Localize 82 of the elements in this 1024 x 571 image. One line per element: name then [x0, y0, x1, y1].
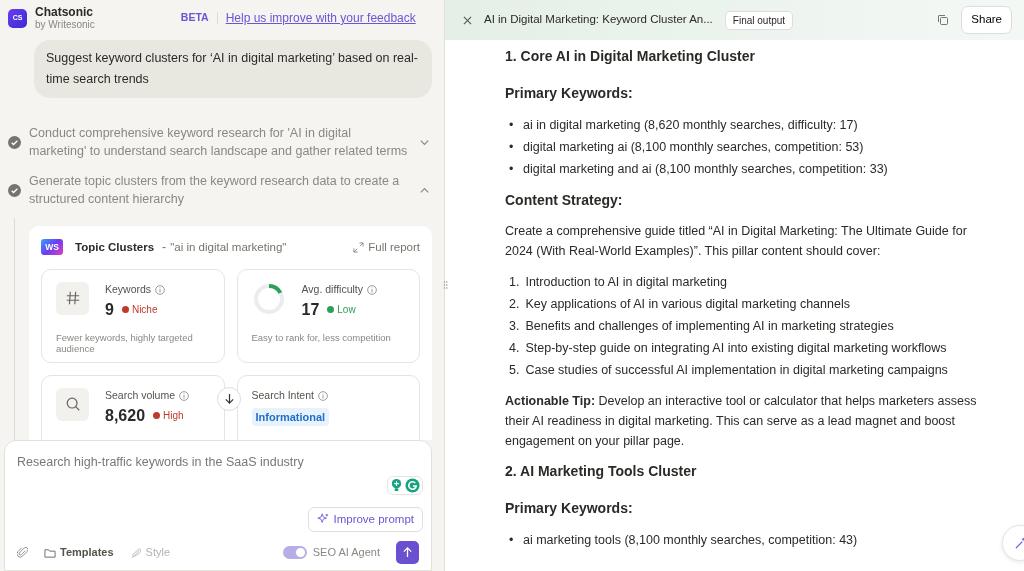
list-item: ai marketing tools (8,100 monthly searches, competition: 43) — [523, 532, 858, 549]
copy-button[interactable] — [937, 14, 950, 26]
list-item: ai in digital marketing (8,620 monthly searches, difficulty: 17) — [523, 117, 858, 134]
info-icon[interactable] — [179, 390, 190, 401]
magic-wand-icon — [1013, 536, 1024, 550]
list-item: Benefits and challenges of implementing AI in marketing strategies — [525, 318, 894, 335]
folder-icon — [44, 546, 56, 559]
subheading: Primary Keywords: — [505, 499, 634, 518]
paragraph: Create a comprehensive guide titled “AI in Digital Marketing: The Ultimate Guide for 2024 (With Real-World Examples)”. This pillar content should cover: — [505, 223, 968, 260]
share-button[interactable]: Share — [961, 6, 1012, 34]
document-title: AI in Digital Marketing: Keyword Cluster An... — [484, 12, 713, 28]
arrow-down-icon — [223, 393, 235, 405]
metric-label: Keywords — [105, 281, 152, 297]
sparkle-icon — [317, 513, 330, 526]
metric-label: Search Intent — [251, 387, 314, 403]
close-icon — [463, 15, 472, 25]
list-marker: 4. — [509, 340, 520, 357]
status-badge: Final output — [724, 10, 794, 30]
metric-value: 9 — [105, 299, 114, 320]
list-marker: • — [509, 117, 515, 134]
lightbulb-icon[interactable] — [390, 477, 403, 493]
resize-handle-icon[interactable] — [443, 280, 448, 290]
feather-icon — [129, 546, 142, 559]
hash-icon — [64, 290, 81, 307]
list-marker: 5. — [509, 362, 520, 379]
list-marker: • — [509, 532, 515, 549]
feedback-link[interactable]: Help us improve with your feedback — [225, 9, 416, 27]
expand-icon — [353, 241, 365, 253]
improve-prompt-button[interactable]: Improve prompt — [308, 506, 423, 532]
info-icon[interactable] — [367, 284, 377, 295]
status-badge: Low — [327, 302, 356, 317]
step-text: Conduct comprehensive keyword research for 'AI in digital marketing' to understand search landscape and gather related terms — [29, 125, 409, 160]
paperclip-icon[interactable] — [17, 546, 28, 559]
list-item: Step-by-step guide on integrating AI into existing digital marketing workflows — [525, 340, 947, 357]
status-badge: Niche — [121, 302, 158, 317]
seo-agent-toggle[interactable] — [282, 546, 307, 559]
metric-value: 8,620 — [105, 405, 146, 426]
app-name: Chatsonic — [35, 5, 94, 20]
app-byline: by Writesonic — [35, 19, 95, 31]
close-button[interactable] — [463, 15, 472, 25]
list-marker: • — [509, 139, 515, 156]
separator-dash: - — [162, 239, 167, 256]
difficulty-ring — [251, 281, 286, 316]
report-logo: WS — [41, 239, 63, 256]
prompt-input[interactable]: Research high-traffic keywords in the SaaS industry — [13, 449, 423, 476]
list-item: Key applications of AI in various digital marketing channels — [525, 296, 850, 313]
status-badge: High — [153, 408, 184, 423]
metric-description: Easy to rank for, less competition — [251, 331, 392, 343]
user-message: Suggest keyword clusters for ‘AI in digital marketing’ based on real-time search trends — [34, 40, 432, 98]
list-item: digital marketing and ai (8,100 monthly searches, competition: 33) — [523, 161, 888, 178]
list-marker: 1. — [509, 274, 520, 291]
section-heading: 1. Core AI in Digital Marketing Cluster — [505, 47, 756, 66]
grammar-assistant-icon[interactable] — [405, 477, 420, 493]
list-marker: • — [509, 161, 515, 178]
info-icon[interactable] — [317, 390, 328, 401]
list-item: Introduction to AI in digital marketing — [525, 274, 727, 291]
intent-tag: Informational — [251, 407, 330, 426]
beta-label: BETA — [180, 10, 209, 26]
section-heading: 2. AI Marketing Tools Cluster — [505, 462, 698, 481]
metric-label: Avg. difficulty — [301, 281, 363, 297]
metric-value: 17 — [301, 299, 320, 320]
arrow-up-icon — [402, 547, 413, 558]
scroll-down-button[interactable] — [217, 386, 241, 411]
full-report-button[interactable]: Full report — [353, 238, 420, 256]
paragraph: Actionable Tip: Develop an interactive tool or calculator that helps marketers assess their AI readiness in digital marketing. This can serve as a lead magnet and boost engagement on your pillar page. — [505, 393, 978, 450]
copy-icon — [937, 14, 950, 26]
list-item: digital marketing ai (8,100 monthly searches, competition: 53) — [523, 139, 864, 156]
subheading: Content Strategy: — [505, 191, 624, 210]
search-icon — [64, 396, 81, 413]
send-button[interactable] — [396, 541, 419, 564]
seo-agent-label: SEO AI Agent — [312, 545, 380, 561]
metric-description: Fewer keywords, highly targeted audience — [56, 331, 194, 354]
report-title: Topic Clusters — [75, 239, 155, 255]
list-marker: 2. — [509, 296, 520, 313]
list-item: Case studies of successful AI implementation in digital marketing campaigns — [525, 362, 948, 379]
list-marker: 3. — [509, 318, 520, 335]
templates-button[interactable]: Templates — [44, 544, 114, 561]
subheading: Primary Keywords: — [505, 84, 634, 103]
info-icon[interactable] — [155, 284, 166, 295]
step-text: Generate topic clusters from the keyword research data to create a structured content hierarchy — [29, 173, 401, 208]
report-query: "ai in digital marketing" — [170, 239, 287, 255]
metric-label: Search volume — [105, 387, 176, 403]
